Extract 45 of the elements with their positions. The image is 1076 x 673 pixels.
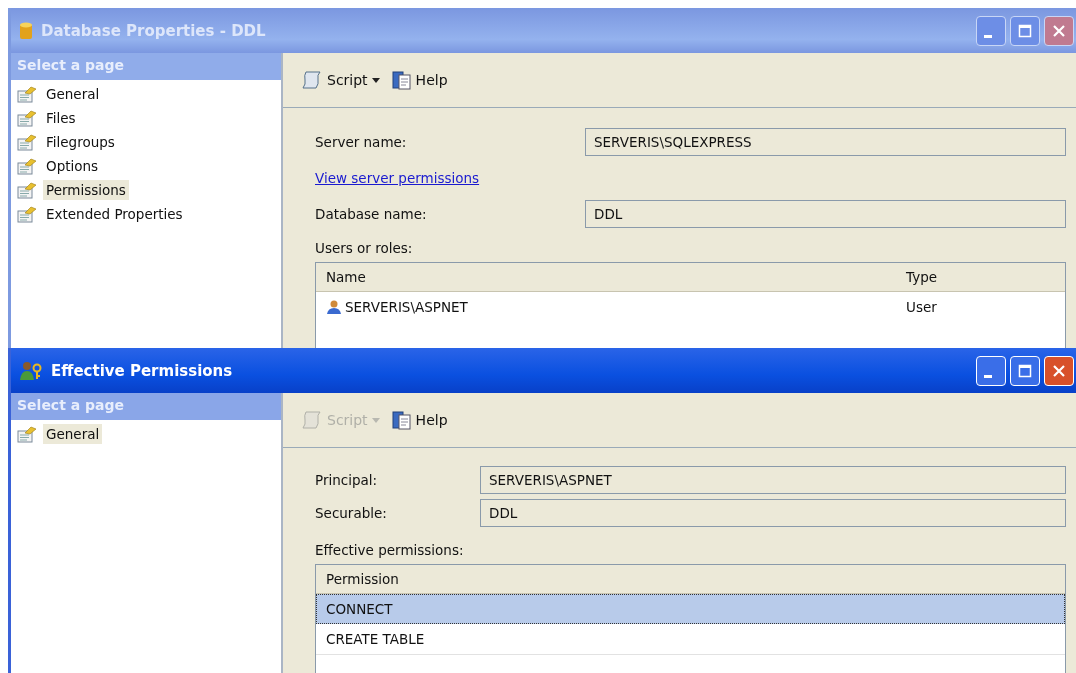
page-icon: [17, 425, 37, 443]
page-icon: [17, 133, 37, 151]
sidebar-header: Select a page: [11, 393, 281, 420]
read-only-field[interactable]: DDL: [480, 499, 1066, 527]
table-cell: SERVERIS\ASPNET: [345, 299, 468, 315]
user-icon: [326, 299, 342, 315]
user-key-icon: [19, 360, 43, 381]
page-icon: [17, 205, 37, 223]
grid-label: Effective permissions:: [315, 542, 465, 558]
table-cell: User: [906, 299, 937, 315]
field-label: Securable:: [315, 505, 388, 521]
grid-row[interactable]: CREATE TABLE: [316, 624, 1065, 655]
minimize-icon: [984, 35, 992, 38]
table-cell: CREATE TABLE: [326, 631, 425, 647]
column-header[interactable]: Name: [316, 263, 896, 291]
minimize-icon: [984, 375, 992, 378]
scroll-icon: [301, 410, 323, 430]
caret-icon: [371, 77, 380, 83]
read-only-field[interactable]: SERVERIS\ASPNET: [480, 466, 1066, 494]
field-label: Database name:: [315, 206, 428, 222]
field-label: Server name:: [315, 134, 408, 150]
database-icon: [19, 20, 33, 41]
page-list-item[interactable]: General: [43, 424, 103, 444]
grid-row[interactable]: CONNECT: [316, 594, 1065, 624]
window-title: Database Properties - DDL: [41, 21, 267, 40]
page-icon: [17, 85, 37, 103]
sidebar-header: Select a page: [11, 53, 281, 80]
column-header[interactable]: Type: [896, 263, 1065, 291]
grid-label: Users or roles:: [315, 240, 414, 256]
maximize-icon: [1018, 363, 1032, 378]
close-icon: [1052, 363, 1066, 378]
window-title: Effective Permissions: [51, 361, 234, 380]
page-icon: [17, 109, 37, 127]
field-label: Principal:: [315, 472, 379, 488]
help-button[interactable]: Help: [391, 410, 448, 430]
column-header[interactable]: Permission: [316, 565, 1065, 593]
table-cell: CONNECT: [326, 601, 393, 617]
page-icon: [17, 157, 37, 175]
caret-icon: [371, 417, 380, 423]
scroll-icon: [301, 70, 323, 90]
book-icon: [391, 70, 412, 90]
maximize-icon: [1018, 23, 1032, 38]
close-icon: [1052, 23, 1066, 38]
page-icon: [17, 181, 37, 199]
book-icon: [391, 410, 412, 430]
